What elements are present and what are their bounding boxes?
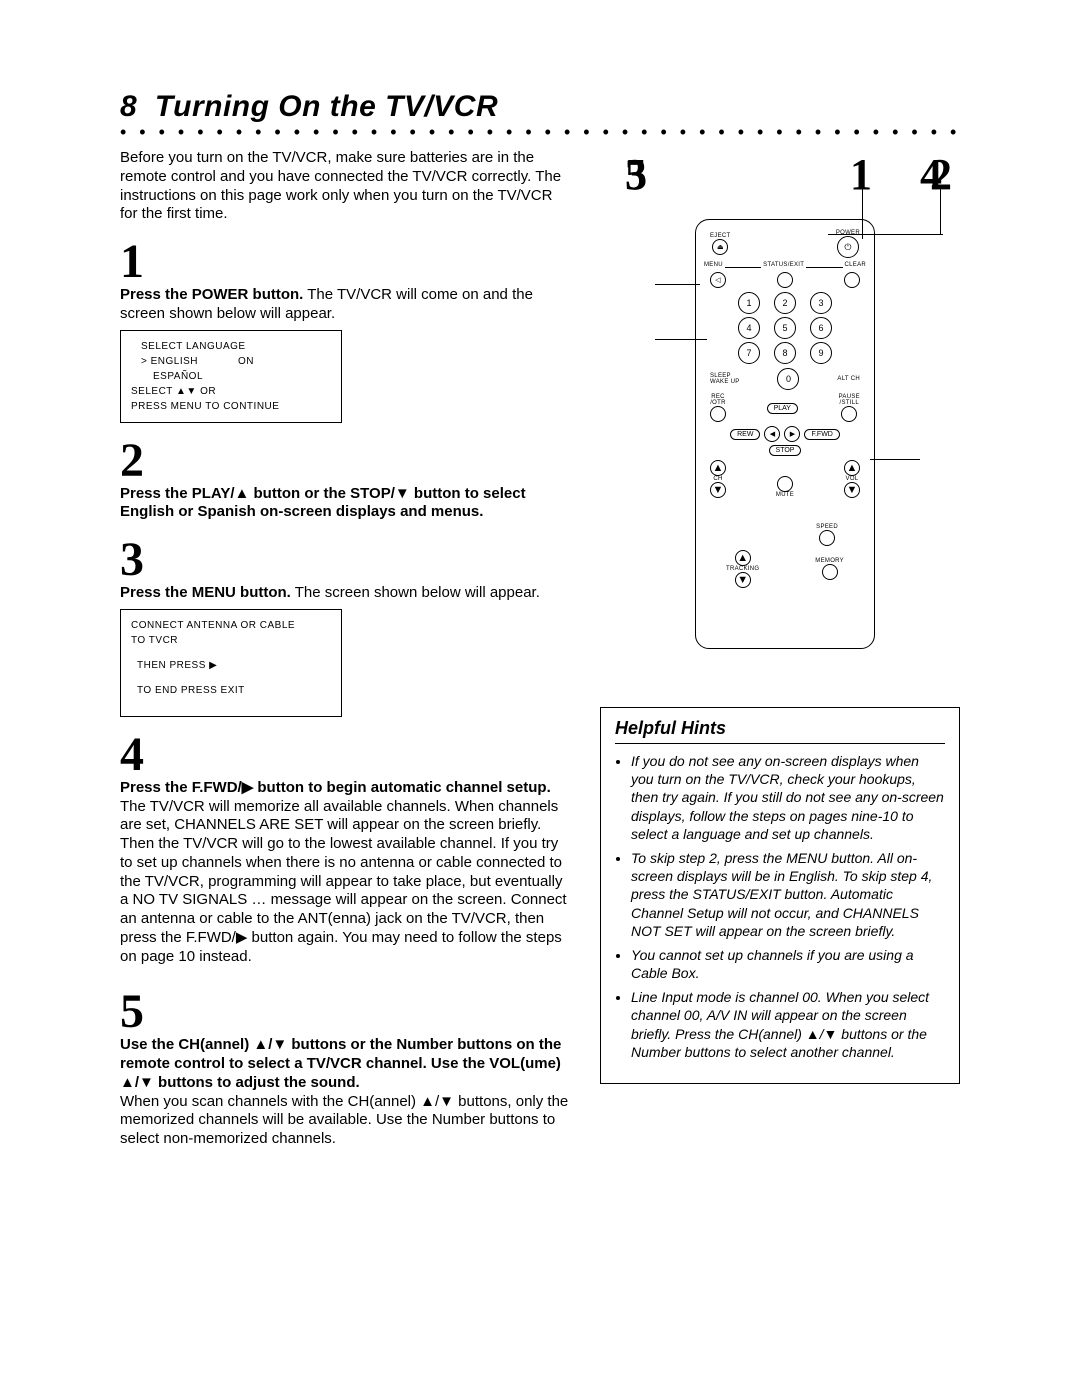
page-title: 8 Turning On the TV/VCR (120, 90, 960, 124)
speed-button (819, 530, 835, 546)
osd1-line: ON (238, 354, 254, 369)
hint-item: Line Input mode is channel 00. When you … (631, 988, 945, 1061)
play-button: PLAY (767, 403, 798, 414)
remote-body: EJECT ⏏ POWER ⏻ MENU STATUS/EXIT CL (695, 219, 875, 649)
step-4-text: The TV/VCR will memorize all available c… (120, 798, 567, 965)
callout-4: 4 (920, 149, 942, 200)
num-8: 8 (774, 342, 796, 364)
hint-item: To skip step 2, press the MENU button. A… (631, 849, 945, 940)
ffwd-button: F.FWD (804, 429, 839, 440)
callout-1: 1 (850, 149, 872, 200)
num-2: 2 (774, 292, 796, 314)
diagram-column: 1 2 3 5 4 EJECT ⏏ (600, 149, 960, 1149)
helpful-hints-box: Helpful Hints If you do not see any on-s… (600, 707, 960, 1084)
sleep-label: SLEEP WAKE UP (710, 373, 740, 385)
step-5-cont: When you scan channels with the CH(annel… (120, 1093, 570, 1149)
step-3-text: The screen shown below will appear. (291, 584, 540, 601)
step-2-bold: Press the PLAY/▲ button or the STOP/▼ bu… (120, 485, 526, 521)
intro-text: Before you turn on the TV/VCR, make sure… (120, 149, 570, 224)
osd2-line: TO TVCR (131, 633, 331, 648)
menu-label: MENU (704, 262, 723, 268)
status-label: STATUS/EXIT (763, 262, 804, 268)
osd1-line: PRESS MENU TO CONTINUE (131, 399, 331, 414)
osd1-line: SELECT LANGUAGE (131, 339, 331, 354)
pause-label: PAUSE /STILL (839, 394, 860, 406)
track-up-button: ▲ (735, 550, 751, 566)
step-5-bold: Use the CH(annel) ▲/▼ buttons or the Num… (120, 1036, 561, 1091)
rec-label: REC /OTR (710, 394, 726, 406)
step-3: Press the MENU button. The screen shown … (120, 584, 570, 603)
osd-screen-1: SELECT LANGUAGE > ENGLISH ON ESPAÑOL SELE… (120, 330, 342, 423)
num-1: 1 (738, 292, 760, 314)
power-button: ⏻ (837, 236, 859, 258)
step-number-1: 1 (120, 238, 570, 286)
track-down-button: ▼ (735, 572, 751, 588)
hints-title: Helpful Hints (615, 718, 945, 744)
num-0: 0 (777, 368, 799, 390)
menu-button: ◁ (710, 272, 726, 288)
num-5: 5 (774, 317, 796, 339)
hint-item: You cannot set up channels if you are us… (631, 946, 945, 982)
num-7: 7 (738, 342, 760, 364)
num-3: 3 (810, 292, 832, 314)
stop-button: STOP (769, 445, 802, 456)
instructions-column: Before you turn on the TV/VCR, make sure… (120, 149, 570, 1149)
step-number-5: 5 (120, 988, 570, 1036)
step-number-4: 4 (120, 731, 570, 779)
step-5: Use the CH(annel) ▲/▼ buttons or the Num… (120, 1036, 570, 1092)
remote-diagram: 1 2 3 5 4 EJECT ⏏ (600, 149, 960, 689)
osd2-line: TO END PRESS EXIT (131, 683, 331, 698)
step-3-bold: Press the MENU button. (120, 584, 291, 601)
osd1-line: SELECT ▲▼ OR (131, 384, 331, 399)
step-2: Press the PLAY/▲ button or the STOP/▼ bu… (120, 485, 570, 523)
manual-page: 8 Turning On the TV/VCR • • • • • • • • … (0, 0, 1080, 1397)
osd1-line: > ENGLISH (141, 354, 198, 369)
page-number: 8 (120, 90, 137, 123)
osd2-line: THEN PRESS ▶ (131, 658, 331, 673)
mute-label: MUTE (776, 492, 794, 498)
clear-button (844, 272, 860, 288)
osd1-line: ESPAÑOL (131, 369, 331, 384)
nav-right-icon: ▶ (784, 426, 800, 442)
hint-item: If you do not see any on-screen displays… (631, 752, 945, 843)
mute-button (777, 476, 793, 492)
clear-label: CLEAR (845, 262, 867, 268)
step-number-2: 2 (120, 437, 570, 485)
vol-down-button: ▼ (844, 482, 860, 498)
eject-button: ⏏ (712, 239, 728, 255)
num-9: 9 (810, 342, 832, 364)
rew-button: REW (730, 429, 760, 440)
pause-button (841, 406, 857, 422)
ch-down-button: ▼ (710, 482, 726, 498)
step-4-bold: Press the F.FWD/▶ button to begin automa… (120, 779, 551, 796)
status-button (777, 272, 793, 288)
divider-dots: • • • • • • • • • • • • • • • • • • • • … (120, 122, 960, 143)
num-6: 6 (810, 317, 832, 339)
rec-button (710, 406, 726, 422)
osd-screen-2: CONNECT ANTENNA OR CABLE TO TVCR THEN PR… (120, 609, 342, 717)
step-1: Press the POWER button. The TV/VCR will … (120, 286, 570, 324)
page-heading: Turning On the TV/VCR (155, 90, 498, 123)
step-number-3: 3 (120, 536, 570, 584)
altch-label: ALT CH (837, 376, 860, 382)
ch-up-button: ▲ (710, 460, 726, 476)
memory-button (822, 564, 838, 580)
callout-5: 5 (625, 149, 647, 200)
step-4: Press the F.FWD/▶ button to begin automa… (120, 779, 570, 967)
step-1-bold: Press the POWER button. (120, 286, 303, 303)
vol-up-button: ▲ (844, 460, 860, 476)
osd2-line: CONNECT ANTENNA OR CABLE (131, 618, 331, 633)
nav-left-icon: ◀ (764, 426, 780, 442)
num-4: 4 (738, 317, 760, 339)
